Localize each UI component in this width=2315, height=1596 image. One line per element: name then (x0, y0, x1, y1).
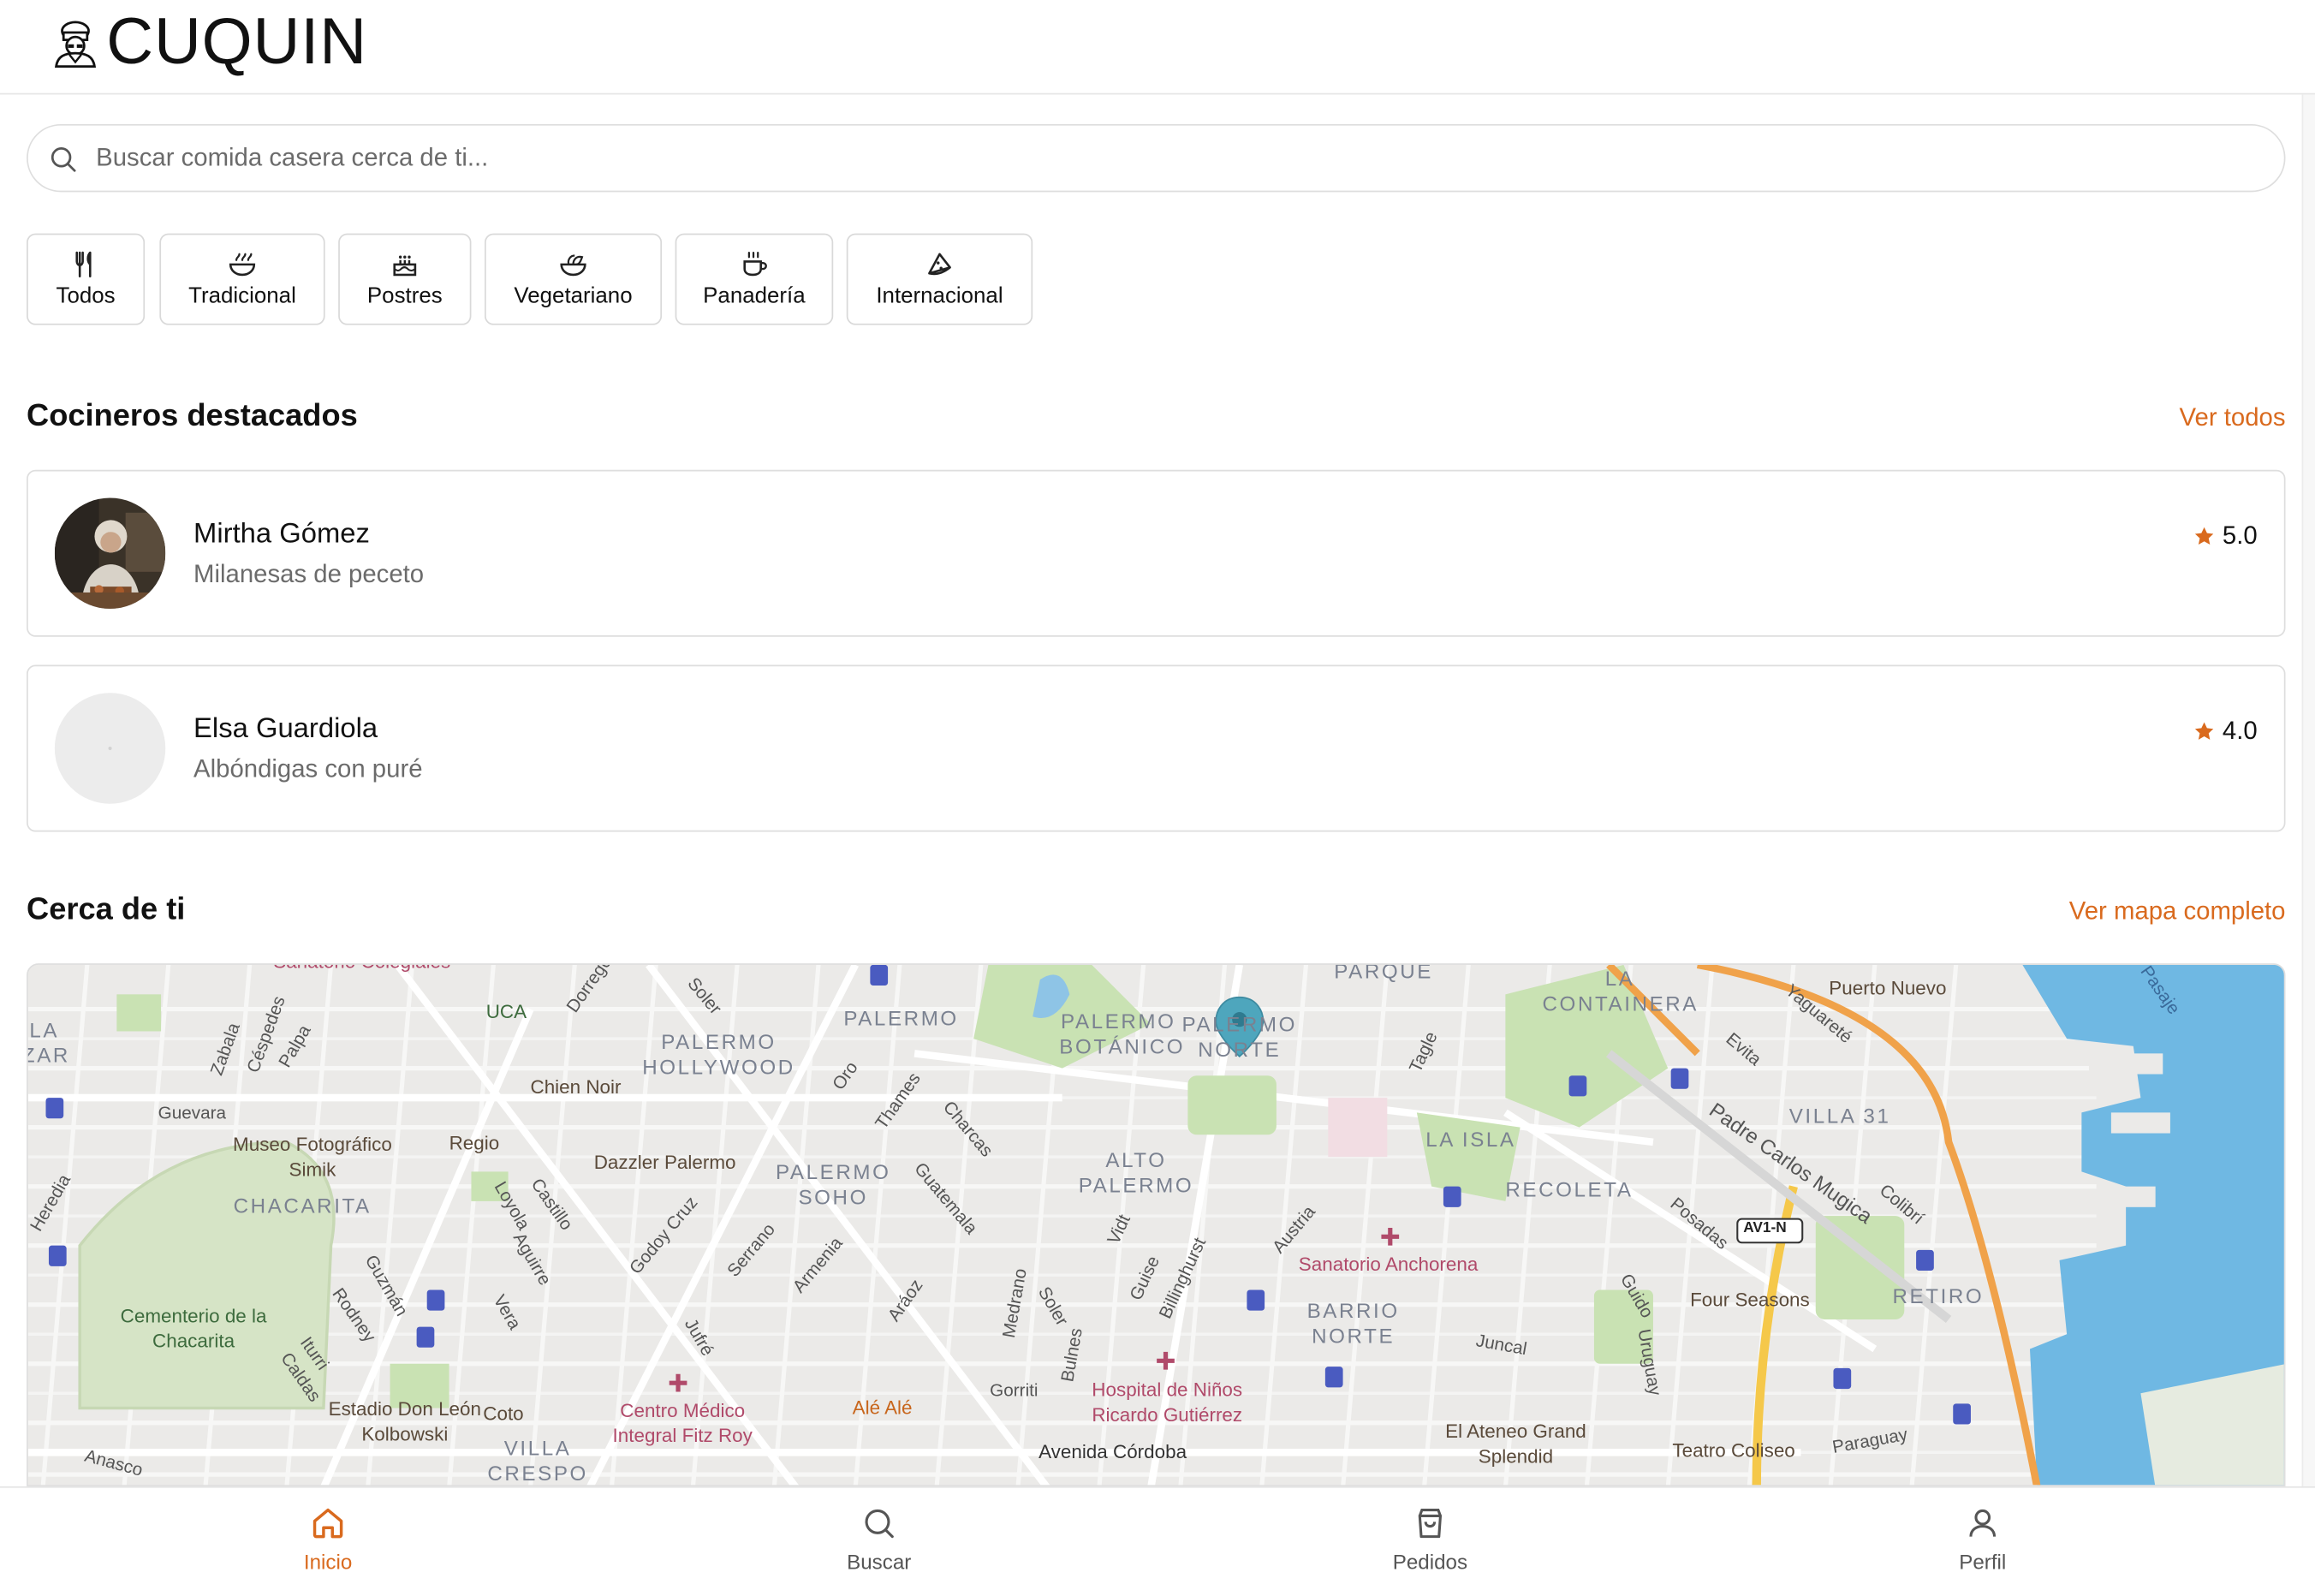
map-place-label: Puerto Nuevo (1829, 976, 1947, 999)
search-input[interactable] (96, 125, 2253, 191)
map-place-label: Teatro Coliseo (1672, 1438, 1795, 1462)
search-bar (27, 123, 2286, 193)
shopping-bag-icon (1418, 1509, 1443, 1539)
map-place-label: Hospital de Niños Ricardo Gutiérrez (1092, 1378, 1243, 1426)
map-area-label: BARRIO NORTE (1306, 1298, 1400, 1348)
bowl-icon (229, 253, 256, 277)
category-label: Vegetariano (514, 283, 633, 309)
category-label: Tradicional (188, 283, 296, 309)
map-place-label: Museo Fotográfico Simik (233, 1133, 392, 1181)
map-place-label: Four Seasons (1690, 1288, 1810, 1311)
cake-icon (393, 255, 417, 277)
map-place-label: Alé Alé (852, 1396, 913, 1419)
rating-value: 4.0 (2222, 716, 2258, 745)
map-street-label: Avenida Córdoba (1038, 1440, 1187, 1463)
map-place-label: Sanatorio Anchorena (1298, 1253, 1479, 1276)
map-area-label: PALERMO NORTE (1181, 1012, 1298, 1061)
see-all-link[interactable]: Ver todos (2180, 403, 2286, 433)
coffee-icon (742, 251, 767, 277)
map-place-label: Cementerio de la Chacarita (120, 1304, 267, 1352)
map-area-label: CHACARITA (233, 1194, 372, 1218)
home-icon (312, 1508, 343, 1539)
category-vegetariano[interactable]: Vegetariano (484, 233, 663, 325)
cook-name: Mirtha Gómez (193, 518, 370, 550)
nav-label: Perfil (1959, 1550, 2007, 1574)
map-area-label: PALERMO SOHO (775, 1159, 891, 1209)
category-label: Postres (366, 283, 443, 309)
map-street-label: Gorriti (990, 1379, 1038, 1401)
category-internacional[interactable]: Internacional (846, 233, 1033, 325)
nav-label: Buscar (847, 1550, 912, 1574)
category-label: Todos (56, 283, 116, 309)
map-area-label: LA CONTAINERA (1542, 966, 1699, 1015)
app-logo[interactable]: CUQUIN (51, 5, 367, 79)
map-area-label: ALTO PALERMO (1078, 1147, 1194, 1197)
map-street-label: Guevara (158, 1102, 227, 1123)
map-place-label: Coto (483, 1402, 524, 1425)
star-icon (2195, 527, 2214, 545)
rating-value: 5.0 (2222, 521, 2258, 550)
cook-photo (54, 497, 166, 609)
avatar-placeholder-icon (108, 746, 112, 751)
cook-rating: 4.0 (2194, 717, 2258, 747)
map-place-label: Estadio Don León Kolbowski (328, 1397, 481, 1445)
map-area-label: PARQUE (1334, 963, 1433, 983)
highway-shield-label: AV1-N (1743, 1220, 1787, 1237)
map-place-label: Sanatorio Colegiales (273, 965, 450, 973)
category-panaderia[interactable]: Panadería (675, 233, 834, 325)
app-name: CUQUIN (106, 5, 367, 79)
user-icon (1969, 1509, 1997, 1537)
map-place-label: Chien Noir (530, 1075, 622, 1099)
map-area-label: VILLA CRESPO (487, 1436, 588, 1486)
map-area-label: PALERMO HOLLYWOOD (642, 1029, 795, 1079)
category-label: Panadería (703, 283, 806, 309)
utensils-icon (75, 251, 92, 277)
map-place-label: Centro Médico Integral Fitz Roy (612, 1399, 753, 1447)
cook-dish: Milanesas de peceto (193, 560, 425, 588)
nav-label: Pedidos (1392, 1550, 1468, 1574)
nav-pedidos[interactable]: Pedidos (1342, 1505, 1519, 1574)
map-area-label: RECOLETA (1505, 1177, 1634, 1201)
salad-icon (560, 254, 586, 277)
featured-section-title: Cocineros destacados (27, 398, 358, 433)
bottom-navigation: Inicio Buscar Pedidos Perfil (0, 1486, 2315, 1596)
app-header: CUQUIN (0, 0, 2315, 95)
pizza-icon (928, 253, 951, 276)
map-place-label: El Ateneo Grand Splendid (1445, 1420, 1586, 1468)
cook-card[interactable]: Mirtha Gómez Milanesas de peceto 5.0 (27, 469, 2286, 637)
nav-perfil[interactable]: Perfil (1894, 1505, 2071, 1574)
map-area-label: PALERMO (843, 1006, 959, 1030)
category-postres[interactable]: Postres (338, 233, 472, 325)
cook-rating: 5.0 (2194, 521, 2258, 551)
search-icon (865, 1509, 894, 1539)
cook-avatar-placeholder (54, 693, 166, 804)
category-todos[interactable]: Todos (27, 233, 146, 325)
map-area-label: LA ZAR (27, 1017, 70, 1067)
nearby-map[interactable]: PALERMO PALERMO HOLLYWOOD PALERMO BOTÁNI… (27, 963, 2286, 1486)
nav-buscar[interactable]: Buscar (790, 1505, 967, 1574)
full-map-link[interactable]: Ver mapa completo (2069, 896, 2286, 926)
cook-name: Elsa Guardiola (193, 713, 378, 745)
map-place-label: Regio (449, 1131, 500, 1154)
map-place-label: UCA (485, 1000, 527, 1023)
map-area-label: LA ISLA (1425, 1127, 1516, 1152)
cook-card[interactable]: Elsa Guardiola Albóndigas con puré 4.0 (27, 664, 2286, 832)
nearby-section-title: Cerca de ti (27, 892, 186, 926)
category-tradicional[interactable]: Tradicional (159, 233, 325, 325)
search-icon (51, 147, 76, 172)
star-icon (2195, 722, 2214, 740)
map-place-label: Dazzler Palermo (593, 1151, 736, 1174)
nav-inicio[interactable]: Inicio (240, 1505, 417, 1574)
map-area-label: VILLA 31 (1788, 1104, 1891, 1128)
category-label: Internacional (876, 283, 1003, 309)
nav-label: Inicio (303, 1550, 353, 1574)
cook-dish: Albóndigas con puré (193, 754, 423, 783)
chef-logo-icon (54, 21, 97, 68)
page-scrollbar[interactable] (2301, 94, 2315, 1486)
map-area-label: RETIRO (1892, 1283, 1985, 1308)
cook-avatar (54, 497, 166, 609)
map-area-label: PALERMO BOTÁNICO (1059, 1009, 1186, 1058)
